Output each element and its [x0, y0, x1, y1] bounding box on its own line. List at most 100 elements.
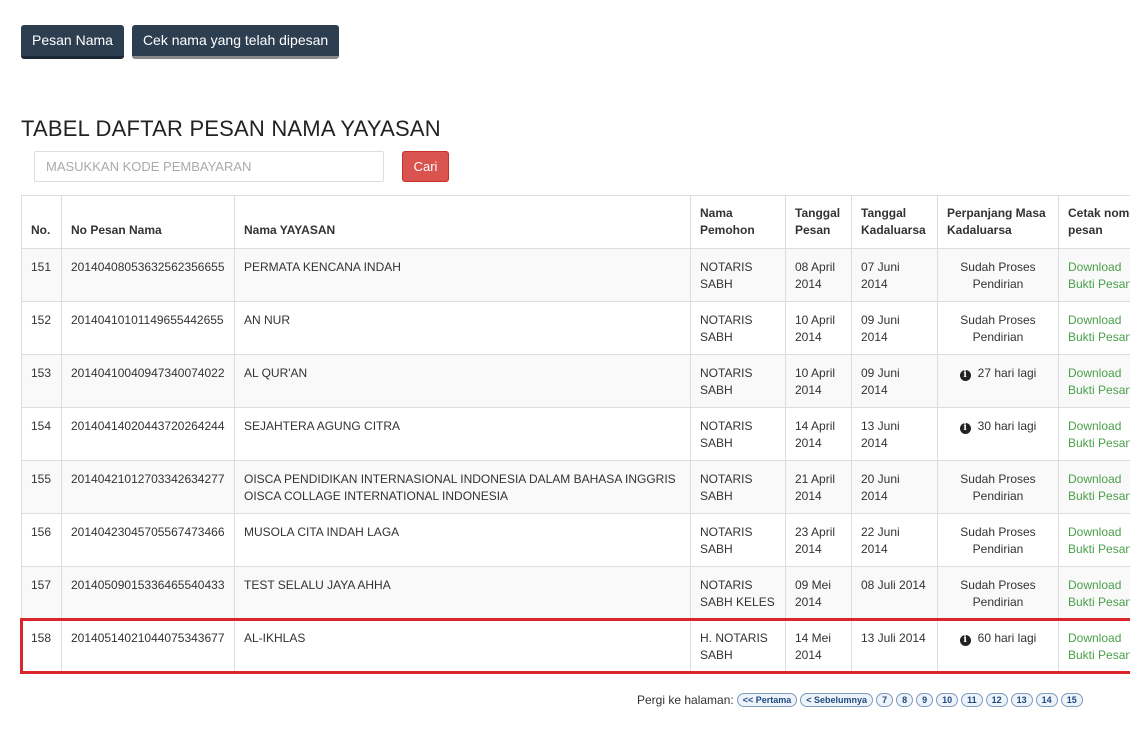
- cell-perpanjang: i 30 hari lagi: [937, 407, 1059, 461]
- cell-cetak: Download Bukti Pesan: [1058, 513, 1130, 567]
- cell-no: 155: [21, 460, 62, 514]
- table-row: 151 20140408053632562356655 PERMATA KENCAN…: [21, 248, 1130, 302]
- perpanjang-status: Sudah Proses Pendirian: [960, 578, 1036, 609]
- download-label: Download: [1068, 419, 1122, 433]
- cell-tanggal-kadaluarsa: 07 Juni 2014: [851, 248, 938, 302]
- bukti-pesan-label: Bukti Pesan: [1068, 542, 1130, 556]
- pager-page-button[interactable]: 13: [1010, 693, 1033, 707]
- bukti-pesan-label: Bukti Pesan: [1068, 277, 1130, 291]
- cell-nama-yayasan: AL-IKHLAS: [234, 619, 691, 673]
- download-bukti-link[interactable]: Download Bukti Pesan: [1068, 259, 1130, 293]
- cell-cetak: Download Bukti Pesan: [1058, 301, 1130, 355]
- pager-first-button[interactable]: << Pertama: [736, 693, 798, 707]
- kode-pembayaran-input[interactable]: [34, 151, 384, 182]
- perpanjang-status: Sudah Proses Pendirian: [960, 260, 1036, 291]
- cell-cetak: Download Bukti Pesan: [1058, 566, 1130, 620]
- download-bukti-link[interactable]: Download Bukti Pesan: [1068, 577, 1130, 611]
- cell-tanggal-kadaluarsa: 22 Juni 2014: [851, 513, 938, 567]
- cell-nama-yayasan: MUSOLA CITA INDAH LAGA: [234, 513, 691, 567]
- cell-nama-pemohon: NOTARIS SABH KELES: [690, 566, 786, 620]
- download-label: Download: [1068, 631, 1122, 645]
- cell-tanggal-kadaluarsa: 13 Juni 2014: [851, 407, 938, 461]
- download-label: Download: [1068, 472, 1122, 486]
- pesan-nama-button[interactable]: Pesan Nama: [21, 25, 124, 59]
- pager-page-button[interactable]: 11: [961, 693, 983, 707]
- cell-tanggal-kadaluarsa: 09 Juni 2014: [851, 354, 938, 408]
- cell-no: 158: [21, 619, 62, 673]
- cell-nama-pemohon: NOTARIS SABH: [690, 301, 786, 355]
- cell-nama-yayasan: AN NUR: [234, 301, 691, 355]
- cell-nama-pemohon: NOTARIS SABH: [690, 513, 786, 567]
- download-label: Download: [1068, 578, 1122, 592]
- cell-no-pesan: 20140509015336465540433: [61, 566, 235, 620]
- cell-perpanjang: Sudah Proses Pendirian: [937, 301, 1059, 355]
- page-title: TABEL DAFTAR PESAN NAMA YAYASAN: [21, 116, 441, 141]
- table-row: 157 20140509015336465540433 TEST SELALU JA…: [21, 566, 1130, 620]
- header-nama-yayasan: Nama YAYASAN: [234, 195, 691, 249]
- cell-cetak: Download Bukti Pesan: [1058, 460, 1130, 514]
- table-row: 154 20140414020443720264244 SEJAHTERA AGUN…: [21, 407, 1130, 461]
- header-no: No.: [21, 195, 62, 249]
- cell-perpanjang: i 60 hari lagi: [937, 619, 1059, 673]
- perpanjang-status: Sudah Proses Pendirian: [960, 313, 1036, 344]
- pager-page-button[interactable]: 15: [1060, 693, 1083, 707]
- cell-perpanjang: i 27 hari lagi: [937, 354, 1059, 408]
- cell-cetak: Download Bukti Pesan: [1058, 248, 1130, 302]
- cell-nama-pemohon: NOTARIS SABH: [690, 248, 786, 302]
- download-bukti-link[interactable]: Download Bukti Pesan: [1068, 365, 1130, 399]
- pager-page-button[interactable]: 10: [936, 693, 959, 707]
- cell-tanggal-kadaluarsa: 09 Juni 2014: [851, 301, 938, 355]
- cell-tanggal-pesan: 14 April 2014: [785, 407, 852, 461]
- pager-prev-button[interactable]: < Sebelumnya: [800, 693, 874, 707]
- download-label: Download: [1068, 366, 1122, 380]
- cell-cetak: Download Bukti Pesan: [1058, 619, 1130, 673]
- bukti-pesan-label: Bukti Pesan: [1068, 330, 1130, 344]
- cell-no-pesan: 20140421012703342634277: [61, 460, 235, 514]
- pagination: Pergi ke halaman: << Pertama < Sebelumny…: [637, 693, 1086, 707]
- cell-perpanjang: Sudah Proses Pendirian: [937, 513, 1059, 567]
- header-tanggal-kadaluarsa: Tanggal Kadaluarsa: [851, 195, 938, 249]
- cek-nama-button[interactable]: Cek nama yang telah dipesan: [131, 25, 340, 59]
- cari-button[interactable]: Cari: [402, 151, 449, 182]
- cell-nama-yayasan: PERMATA KENCANA INDAH: [234, 248, 691, 302]
- table-row: 152 20140410101149655442655 AN NUR NOTARIS …: [21, 301, 1130, 355]
- pager-page-button[interactable]: 7: [876, 693, 894, 707]
- table-row: 155 20140421012703342634277 OISCA PENDIDIK…: [21, 460, 1130, 514]
- pager-page-button[interactable]: 9: [916, 693, 934, 707]
- download-bukti-link[interactable]: Download Bukti Pesan: [1068, 471, 1130, 505]
- search-bar: Cari: [34, 151, 449, 182]
- cell-no: 156: [21, 513, 62, 567]
- cell-nama-yayasan: OISCA PENDIDIKAN INTERNASIONAL INDONESIA…: [234, 460, 691, 514]
- header-no-pesan: No Pesan Nama: [61, 195, 235, 249]
- download-bukti-link[interactable]: Download Bukti Pesan: [1068, 418, 1130, 452]
- cell-nama-pemohon: NOTARIS SABH: [690, 354, 786, 408]
- cell-no: 153: [21, 354, 62, 408]
- cell-no: 154: [21, 407, 62, 461]
- perpanjang-status: Sudah Proses Pendirian: [960, 525, 1036, 556]
- perpanjang-status: Sudah Proses Pendirian: [960, 472, 1036, 503]
- cell-perpanjang: Sudah Proses Pendirian: [937, 460, 1059, 514]
- cell-no: 151: [21, 248, 62, 302]
- pager-page-button[interactable]: 8: [896, 693, 914, 707]
- cell-tanggal-pesan: 10 April 2014: [785, 354, 852, 408]
- download-bukti-link[interactable]: Download Bukti Pesan: [1068, 524, 1130, 558]
- cell-nama-pemohon: H. NOTARIS SABH: [690, 619, 786, 673]
- pager-page-button[interactable]: 12: [985, 693, 1008, 707]
- perpanjang-status: 60 hari lagi: [977, 631, 1037, 645]
- cell-nama-yayasan: AL QUR'AN: [234, 354, 691, 408]
- cell-nama-pemohon: NOTARIS SABH: [690, 460, 786, 514]
- pager-page-button[interactable]: 14: [1035, 693, 1058, 707]
- cell-no-pesan: 20140423045705567473466: [61, 513, 235, 567]
- cell-no-pesan: 20140410040947340074022: [61, 354, 235, 408]
- perpanjang-status: 27 hari lagi: [977, 366, 1037, 380]
- download-bukti-link[interactable]: Download Bukti Pesan: [1068, 312, 1130, 346]
- cell-nama-yayasan: SEJAHTERA AGUNG CITRA: [234, 407, 691, 461]
- cell-perpanjang: Sudah Proses Pendirian: [937, 566, 1059, 620]
- cell-cetak: Download Bukti Pesan: [1058, 407, 1130, 461]
- table-row: 153 20140410040947340074022 AL QUR'AN NOTAR…: [21, 354, 1130, 408]
- download-bukti-link[interactable]: Download Bukti Pesan: [1068, 630, 1130, 664]
- table-row: 158 20140514021044075343677 AL-IKHLAS H. NO…: [21, 619, 1130, 673]
- header-nama-pemohon: Nama Pemohon: [690, 195, 786, 249]
- cell-tanggal-kadaluarsa: 20 Juni 2014: [851, 460, 938, 514]
- cell-tanggal-pesan: 21 April 2014: [785, 460, 852, 514]
